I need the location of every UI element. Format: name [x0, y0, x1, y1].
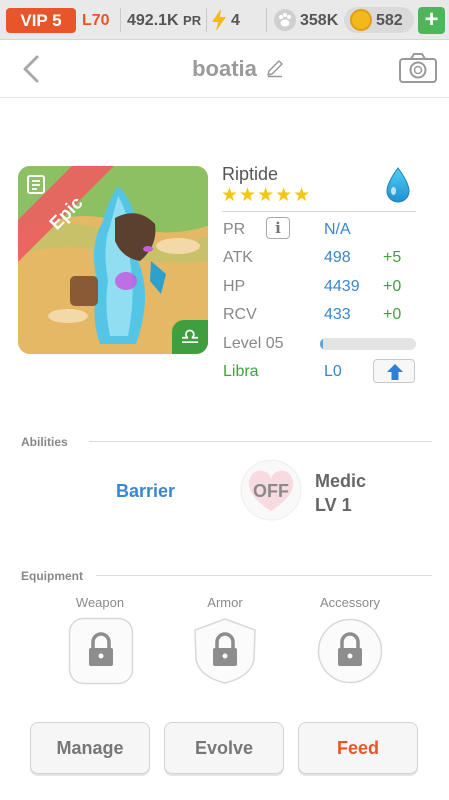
- weapon-slot[interactable]: [68, 617, 134, 685]
- player-power: 492.1K PR: [127, 10, 201, 32]
- page-header: boatia: [0, 41, 449, 98]
- accessory-label: Accessory: [320, 595, 380, 610]
- power-unit: PR: [183, 13, 202, 28]
- buy-coins-button[interactable]: +: [418, 7, 445, 34]
- stat-atk-label: ATK: [223, 249, 253, 266]
- power-value: 492.1K: [127, 12, 179, 29]
- feed-button[interactable]: Feed: [298, 722, 418, 774]
- armor-slot[interactable]: [192, 617, 258, 685]
- level-progress-bar: [320, 338, 416, 350]
- stat-pr-label: PR: [223, 221, 246, 238]
- weapon-label: Weapon: [75, 595, 125, 610]
- divider: [89, 441, 432, 442]
- vip-badge[interactable]: VIP 5: [6, 8, 76, 33]
- pencil-edit-icon[interactable]: [265, 58, 285, 78]
- divider: [222, 211, 416, 212]
- creature-nickname: boatia: [192, 56, 257, 81]
- camera-icon[interactable]: [398, 52, 438, 84]
- level-progress-fill: [320, 338, 323, 350]
- zodiac-level: L0: [324, 363, 342, 380]
- divider: [96, 575, 432, 576]
- divider: [206, 8, 207, 32]
- coin-count: 582: [376, 12, 403, 29]
- stat-rcv-label: RCV: [223, 306, 257, 323]
- passive-ability-level: LV 1: [315, 495, 352, 515]
- divider: [120, 8, 121, 32]
- stat-pr-value: N/A: [324, 221, 351, 238]
- player-level: L70: [82, 12, 110, 29]
- stat-hp-value: 4439: [324, 278, 360, 295]
- manage-button[interactable]: Manage: [30, 722, 150, 774]
- stat-rcv-value: 433: [324, 306, 351, 323]
- equipment-title: Equipment: [21, 569, 83, 583]
- passive-status: OFF: [253, 481, 289, 501]
- divider: [266, 8, 267, 32]
- page-title: boatia: [0, 55, 449, 83]
- star-rating: ★★★★★: [221, 185, 312, 206]
- stat-hp-bonus: +0: [383, 278, 402, 295]
- creature-name: Riptide: [222, 164, 279, 184]
- paw-icon: [274, 9, 296, 31]
- energy-bolt-icon: [212, 9, 226, 31]
- info-button[interactable]: i: [266, 217, 290, 239]
- coin-icon: [350, 9, 372, 31]
- stat-hp-label: HP: [223, 278, 246, 295]
- resource-bar: VIP 5 L70 492.1K PR 4 358K 582 +: [0, 0, 449, 40]
- water-drop-icon: [386, 167, 410, 203]
- energy-count: 4: [231, 12, 240, 29]
- zodiac-label: Libra: [223, 363, 259, 380]
- armor-label: Armor: [207, 595, 243, 610]
- evolve-button[interactable]: Evolve: [164, 722, 284, 774]
- stat-rcv-bonus: +0: [383, 306, 402, 323]
- libra-zodiac-icon: ♎: [172, 320, 208, 354]
- level-label: Level 05: [223, 335, 284, 352]
- stat-atk-bonus: +5: [383, 249, 402, 266]
- passive-ability-name: Medic: [315, 471, 367, 491]
- active-ability-barrier[interactable]: Barrier: [116, 480, 175, 502]
- paw-count: 358K: [300, 12, 339, 29]
- creature-portrait[interactable]: Epic ♎: [18, 166, 208, 354]
- arrow-up-icon: [387, 364, 403, 380]
- stat-atk-value: 498: [324, 249, 351, 266]
- card-badge-icon: [27, 175, 45, 194]
- accessory-slot[interactable]: [317, 617, 383, 685]
- zodiac-upgrade-button[interactable]: [373, 359, 415, 383]
- abilities-title: Abilities: [21, 435, 68, 449]
